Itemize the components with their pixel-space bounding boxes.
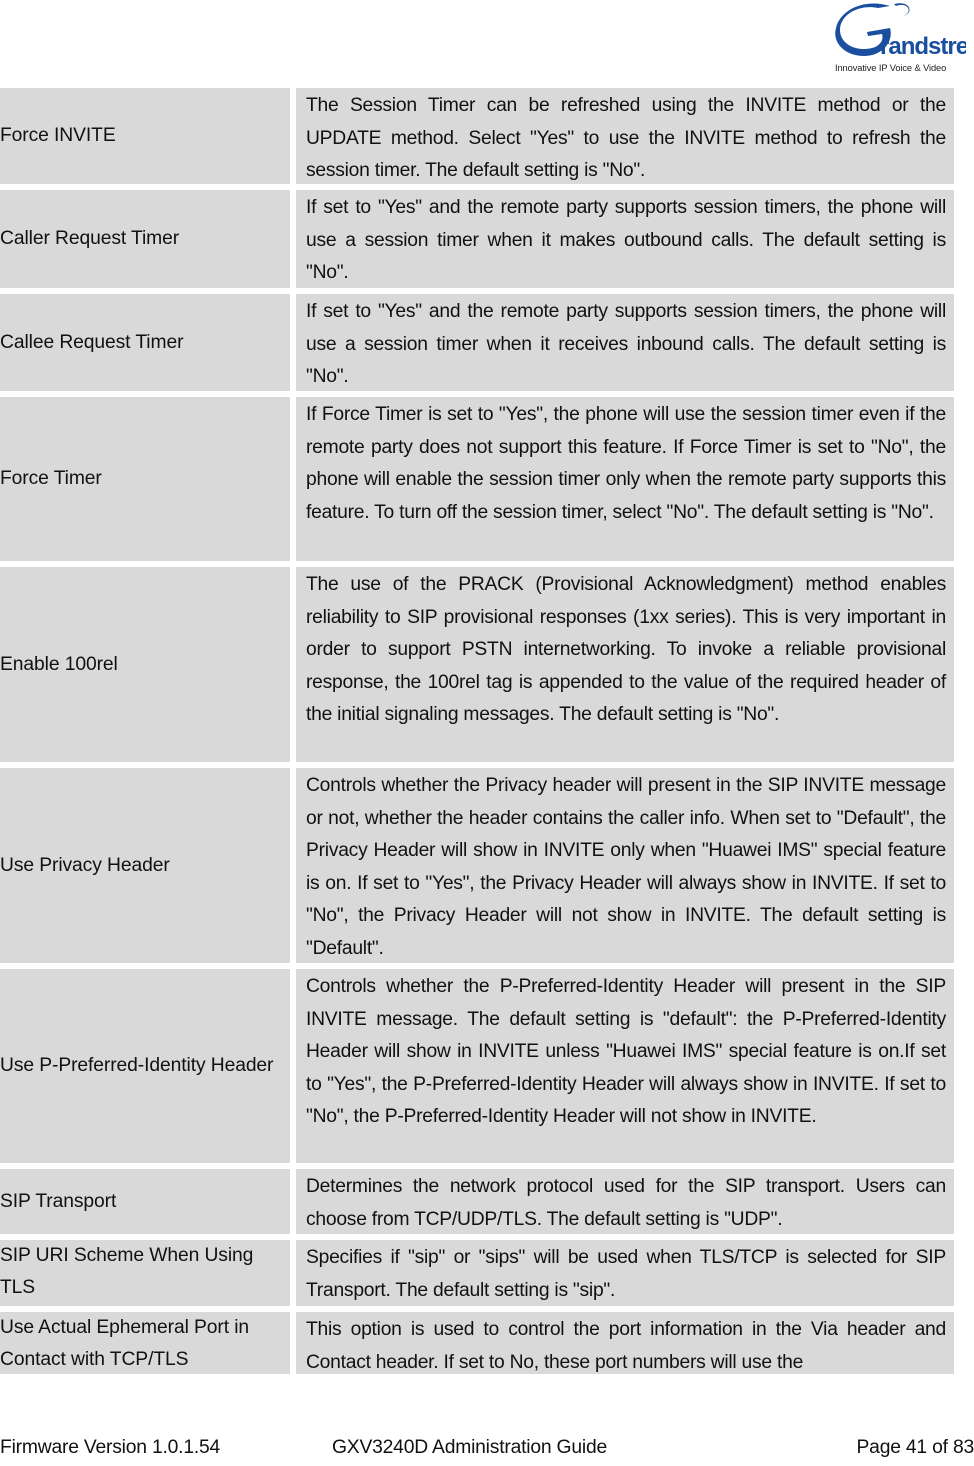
setting-description: The Session Timer can be refreshed using… bbox=[296, 88, 954, 184]
setting-name: Enable 100rel bbox=[0, 567, 290, 762]
setting-name: Use Actual Ephemeral Port in Contact wit… bbox=[0, 1312, 290, 1374]
setting-name: SIP URI Scheme When Using TLS bbox=[0, 1240, 290, 1306]
setting-description: The use of the PRACK (Provisional Acknow… bbox=[296, 567, 954, 762]
table-row: Use Privacy Header Controls whether the P… bbox=[0, 768, 954, 963]
logo-wordmark: randstream bbox=[880, 33, 966, 60]
logo-mark-icon: randstream bbox=[835, 3, 966, 60]
setting-name: Force INVITE bbox=[0, 88, 290, 184]
footer-page-number: Page 41 of 83 bbox=[856, 1437, 974, 1458]
setting-description: Determines the network protocol used for… bbox=[296, 1169, 954, 1234]
setting-description: Controls whether the P-Preferred-Identit… bbox=[296, 969, 954, 1163]
settings-table: Force INVITE The Session Timer can be ref… bbox=[0, 88, 954, 1374]
table-row: Callee Request Timer If set to "Yes" and … bbox=[0, 294, 954, 391]
table-row: SIP Transport Determines the network prot… bbox=[0, 1169, 954, 1234]
grandstream-logo: randstream Innovative IP Voice & Video bbox=[834, 2, 966, 76]
setting-name: Use Privacy Header bbox=[0, 768, 290, 963]
footer-guide-title: GXV3240D Administration Guide bbox=[332, 1437, 608, 1458]
setting-description: If Force Timer is set to "Yes", the phon… bbox=[296, 397, 954, 561]
table-row: Caller Request Timer If set to "Yes" and … bbox=[0, 190, 954, 288]
table-row: Use Actual Ephemeral Port in Contact wit… bbox=[0, 1312, 954, 1374]
footer-firmware-version: Firmware Version 1.0.1.54 bbox=[0, 1437, 221, 1458]
setting-name: Caller Request Timer bbox=[0, 190, 290, 288]
setting-description: Controls whether the Privacy header will… bbox=[296, 768, 954, 963]
table-row: SIP URI Scheme When Using TLS Specifies i… bbox=[0, 1240, 954, 1306]
table-row: Use P-Preferred-Identity Header Controls … bbox=[0, 969, 954, 1163]
setting-name: Callee Request Timer bbox=[0, 294, 290, 391]
table-row: Force Timer If Force Timer is set to "Yes… bbox=[0, 397, 954, 561]
page-footer: Firmware Version 1.0.1.54 GXV3240D Admin… bbox=[0, 1437, 974, 1461]
setting-description: Specifies if "sip" or "sips" will be use… bbox=[296, 1240, 954, 1306]
setting-name: Use P-Preferred-Identity Header bbox=[0, 969, 290, 1163]
setting-description: If set to "Yes" and the remote party sup… bbox=[296, 190, 954, 288]
setting-name: Force Timer bbox=[0, 397, 290, 561]
setting-description: If set to "Yes" and the remote party sup… bbox=[296, 294, 954, 391]
setting-name: SIP Transport bbox=[0, 1169, 290, 1234]
setting-description: This option is used to control the port … bbox=[296, 1312, 954, 1374]
logo-tagline: Innovative IP Voice & Video bbox=[835, 63, 947, 73]
table-row: Force INVITE The Session Timer can be ref… bbox=[0, 88, 954, 184]
table-row: Enable 100rel The use of the PRACK (Provi… bbox=[0, 567, 954, 762]
